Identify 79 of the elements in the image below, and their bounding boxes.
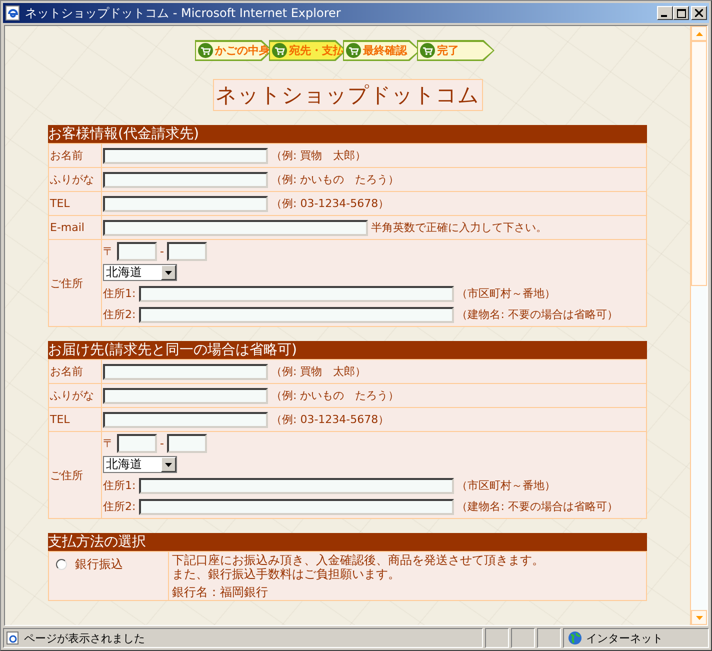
section-header: お届け先(請求先と同一の場合は省略可) <box>48 341 647 359</box>
text-field[interactable] <box>103 196 268 212</box>
step-label: 最終確認 <box>363 43 407 58</box>
close-icon <box>695 9 703 17</box>
field-label: 住所2: <box>103 307 136 322</box>
text-field[interactable] <box>103 220 368 236</box>
postal-code-field[interactable] <box>117 242 157 261</box>
cart-icon <box>346 43 361 58</box>
field-label: ふりがな <box>48 384 102 408</box>
scrollbar-thumb[interactable] <box>691 41 707 286</box>
text-field[interactable] <box>103 364 268 380</box>
cart-icon <box>272 43 287 58</box>
window-title: ネットショップドットコム - Microsoft Internet Explorer <box>25 4 342 22</box>
text-field[interactable] <box>103 172 268 188</box>
field-label: ご住所 <box>48 432 102 518</box>
address-field[interactable] <box>138 498 454 514</box>
postal-mark: 〒 <box>103 436 114 451</box>
scroll-up-icon <box>696 32 702 36</box>
payment-description: また、銀行振込手数料はご負担願います。 <box>171 567 401 581</box>
maximize-icon <box>676 8 686 18</box>
bank-name: 銀行名：福岡銀行 <box>171 585 269 599</box>
step-label: 完了 <box>437 43 459 58</box>
dropdown-arrow-icon <box>165 462 172 466</box>
address-field[interactable] <box>138 306 454 322</box>
status-text: ページが表示されました <box>24 630 145 646</box>
browser-icon <box>5 5 21 21</box>
vertical-scrollbar[interactable] <box>690 26 707 625</box>
field-label: ご住所 <box>48 240 102 326</box>
field-hint: （市区町村～番地） <box>456 478 556 493</box>
field-hint: （例: かいもの たろう） <box>271 388 400 403</box>
status-panel <box>485 628 509 648</box>
field-hint: （例: 買物 太郎） <box>271 364 366 379</box>
field-hint: （例: 買物 太郎） <box>271 148 366 163</box>
field-label: TEL <box>48 408 102 432</box>
field-hint: （例: かいもの たろう） <box>271 172 400 187</box>
globe-icon <box>568 631 582 645</box>
postal-code-field[interactable] <box>117 434 157 453</box>
scroll-down-icon <box>696 616 702 620</box>
field-hint: （例: 03-1234-5678） <box>271 196 390 211</box>
address-field[interactable] <box>138 478 454 494</box>
section-header: お客様情報(代金請求先) <box>48 125 647 143</box>
field-label: ふりがな <box>48 168 102 192</box>
field-hint: （建物名: 不要の場合は省略可） <box>456 499 618 514</box>
security-zone: インターネット <box>586 630 663 646</box>
maximize-button[interactable] <box>673 6 689 20</box>
postal-code-field[interactable] <box>166 242 207 261</box>
shop-title: ネットショップドットコム <box>212 79 482 111</box>
cart-icon <box>198 43 213 58</box>
page-icon <box>6 631 20 645</box>
field-label: 住所2: <box>103 499 136 514</box>
field-label: E-mail <box>48 216 102 240</box>
field-label: お名前 <box>48 360 102 384</box>
field-label: 住所1: <box>103 478 136 493</box>
close-button[interactable] <box>691 6 707 20</box>
postal-mark: 〒 <box>103 244 114 259</box>
dropdown-arrow-icon <box>165 270 172 274</box>
field-hint: （建物名: 不要の場合は省略可） <box>456 307 618 322</box>
field-hint: 半角英数で正確に入力して下さい。 <box>371 220 547 235</box>
postal-code-field[interactable] <box>166 434 207 453</box>
payment-description: 下記口座にお振込み頂き、入金確認後、商品を発送させて頂きます。 <box>171 553 545 567</box>
field-label: お名前 <box>48 144 102 168</box>
text-field[interactable] <box>103 148 268 164</box>
postal-dash: - <box>160 245 164 258</box>
text-field[interactable] <box>103 388 268 404</box>
field-label: 住所1: <box>103 286 136 301</box>
radio-button[interactable] <box>56 559 67 570</box>
postal-dash: - <box>160 437 164 450</box>
section-header: 支払方法の選択 <box>48 533 647 551</box>
field-label: TEL <box>48 192 102 216</box>
address-field[interactable] <box>138 286 454 302</box>
status-panel <box>511 628 535 648</box>
cart-icon <box>420 43 435 58</box>
prefecture-dropdown[interactable]: 北海道 <box>103 264 177 281</box>
prefecture-dropdown[interactable]: 北海道 <box>103 456 177 473</box>
field-hint: （例: 03-1234-5678） <box>271 412 390 427</box>
field-hint: （市区町村～番地） <box>456 286 556 301</box>
status-panel <box>537 628 561 648</box>
minimize-button[interactable] <box>657 6 673 20</box>
text-field[interactable] <box>103 412 268 428</box>
